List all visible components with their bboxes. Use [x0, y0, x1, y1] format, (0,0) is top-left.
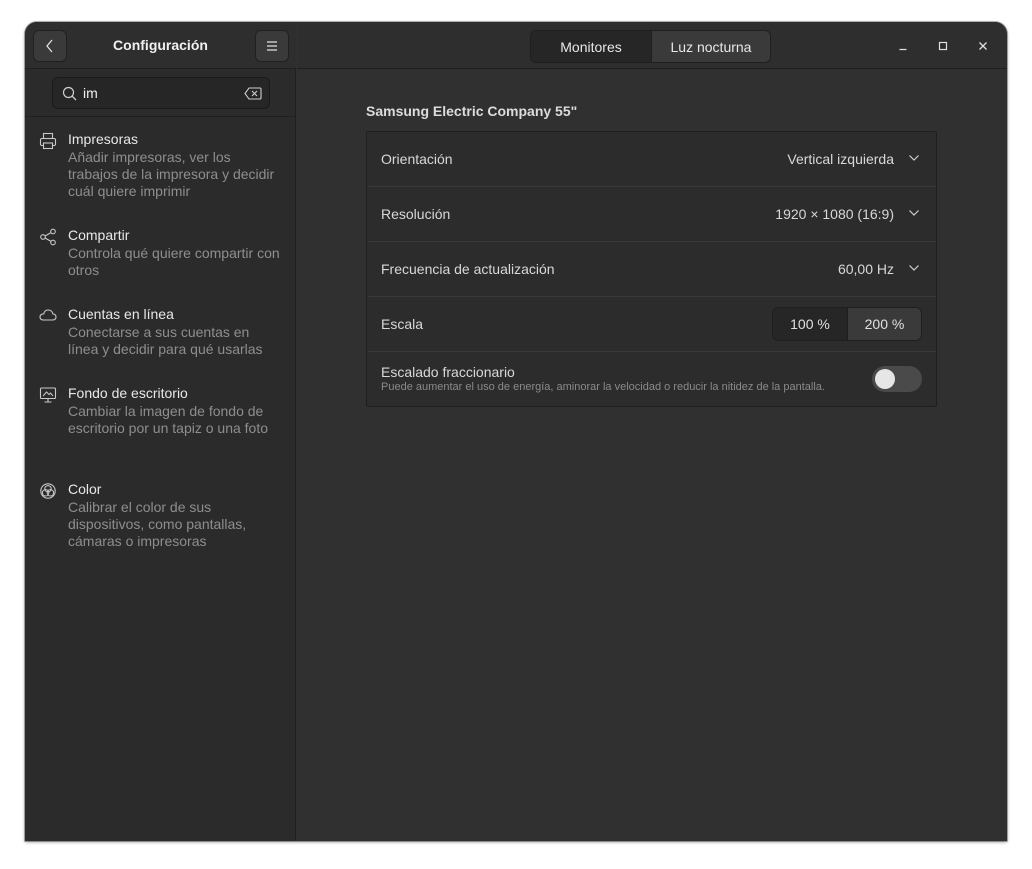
- result-title: Compartir: [68, 227, 130, 243]
- chevron-down-icon: [909, 210, 919, 216]
- search-input[interactable]: [83, 83, 233, 103]
- scale-200-button[interactable]: 200 %: [847, 308, 921, 340]
- chevron-left-icon: [46, 39, 53, 53]
- result-description: Añadir impresoras, ver los trabajos de l…: [68, 149, 275, 199]
- main-menu-button[interactable]: [255, 30, 289, 62]
- scale-selector: 100 % 200 %: [772, 307, 922, 341]
- search-area: [25, 69, 296, 117]
- maximize-button[interactable]: [931, 35, 955, 57]
- resolution-label: Resolución: [381, 206, 451, 222]
- scale-label: Escala: [381, 316, 424, 332]
- result-compartir[interactable]: Compartir Controla qué quiere compartir …: [25, 225, 296, 304]
- settings-window: Configuración im Impresoras Añadir impre…: [25, 22, 1007, 841]
- chevron-down-icon: [909, 265, 919, 271]
- result-description: Calibrar el color de sus dispositivos, c…: [68, 499, 247, 549]
- close-icon: [979, 42, 987, 50]
- orientation-label: Orientación: [381, 151, 453, 167]
- result-title: Fondo de escritorio: [68, 385, 188, 401]
- sidebar-header: Configuración: [25, 22, 296, 69]
- result-fondo-de-escritorio[interactable]: Fondo de escritorio Cambiar la imagen de…: [25, 383, 296, 479]
- sidebar: Configuración im Impresoras Añadir impre…: [25, 22, 296, 841]
- refresh-rate-row[interactable]: Frecuencia de actualización 60,00 Hz: [367, 242, 936, 297]
- clear-search-icon[interactable]: [244, 87, 262, 100]
- share-icon: [40, 228, 56, 246]
- printer-icon: [39, 132, 57, 150]
- result-title: Color: [68, 481, 102, 497]
- sidebar-title: Configuración: [113, 37, 208, 53]
- chevron-down-icon: [909, 155, 919, 161]
- result-description: Conectarse a sus cuentas en línea y deci…: [68, 324, 263, 357]
- toggle-knob: [875, 369, 895, 389]
- close-button[interactable]: [971, 35, 995, 57]
- cloud-icon: [39, 309, 57, 321]
- result-title: Cuentas en línea: [68, 306, 174, 322]
- scale-100-button[interactable]: 100 %: [773, 308, 847, 340]
- tab-luz-nocturna[interactable]: Luz nocturna: [651, 31, 770, 62]
- tab-monitores[interactable]: Monitores: [531, 31, 651, 62]
- fractional-scaling-row: Escalado fraccionario Puede aumentar el …: [367, 352, 936, 407]
- display-settings-panel: Orientación Vertical izquierda Resolució…: [366, 131, 937, 407]
- resolution-row[interactable]: Resolución 1920 × 1080 (16:9): [367, 187, 936, 242]
- refresh-rate-label: Frecuencia de actualización: [381, 261, 555, 277]
- desktop-monitor-icon: [39, 387, 57, 403]
- minimize-icon: [899, 48, 907, 51]
- main-header: Monitores Luz nocturna: [297, 22, 1007, 69]
- result-description: Cambiar la imagen de fondo de escritorio…: [68, 403, 269, 436]
- fractional-scaling-toggle[interactable]: [872, 366, 922, 392]
- result-cuentas-en-linea[interactable]: Cuentas en línea Conectarse a sus cuenta…: [25, 304, 296, 383]
- result-impresoras[interactable]: Impresoras Añadir impresoras, ver los tr…: [25, 129, 296, 225]
- scale-row: Escala 100 % 200 %: [367, 297, 936, 352]
- back-button[interactable]: [33, 30, 67, 62]
- resolution-value: 1920 × 1080 (16:9): [775, 206, 894, 222]
- color-icon: [40, 483, 56, 499]
- view-switcher: Monitores Luz nocturna: [530, 30, 771, 63]
- fractional-scaling-label: Escalado fraccionario: [381, 364, 515, 380]
- orientation-row[interactable]: Orientación Vertical izquierda: [367, 132, 936, 187]
- result-description: Controla qué quiere compartir con otros: [68, 245, 280, 278]
- hamburger-menu-icon: [267, 41, 277, 51]
- maximize-icon: [938, 41, 948, 51]
- refresh-rate-value: 60,00 Hz: [837, 261, 894, 277]
- result-title: Impresoras: [68, 131, 139, 147]
- search-box: [52, 77, 270, 109]
- fractional-scaling-description: Puede aumentar el uso de energía, aminor…: [381, 381, 825, 393]
- orientation-value: Vertical izquierda: [787, 151, 894, 167]
- monitor-name: Samsung Electric Company 55": [366, 103, 578, 119]
- result-color[interactable]: Color Calibrar el color de sus dispositi…: [25, 479, 296, 559]
- search-results-list: Impresoras Añadir impresoras, ver los tr…: [25, 129, 296, 559]
- search-icon: [62, 86, 77, 101]
- minimize-button[interactable]: [891, 35, 915, 57]
